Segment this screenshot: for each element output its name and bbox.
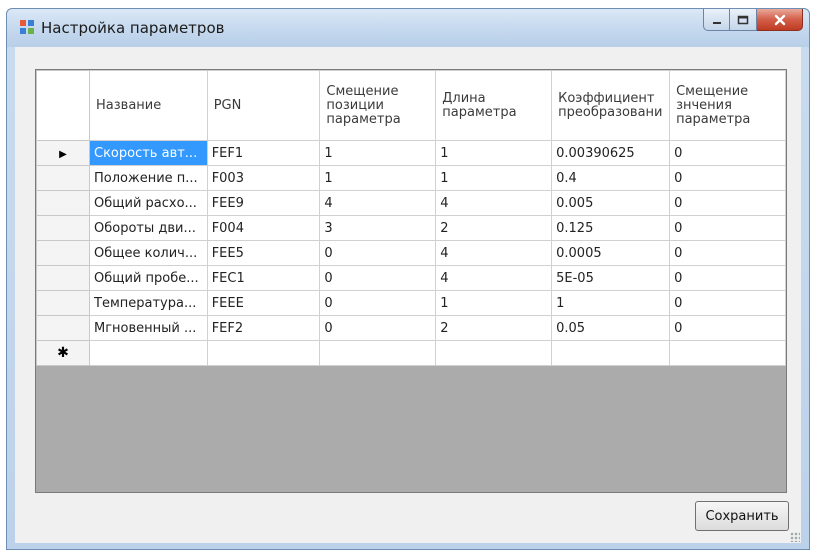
caption-buttons <box>703 9 803 31</box>
row-header[interactable]: ▶ <box>36 140 90 166</box>
cell-length[interactable]: 4 <box>435 190 553 216</box>
save-button[interactable]: Сохранить <box>695 501 789 531</box>
cell-pgn[interactable]: F004 <box>206 215 321 241</box>
cell-position-offset[interactable]: 0 <box>319 315 437 341</box>
cell-coefficient[interactable]: 0.05 <box>551 315 671 341</box>
new-cell-length[interactable] <box>435 340 553 366</box>
column-header-position-offset[interactable]: Смещение позиции параметра <box>319 70 437 141</box>
column-header-coefficient[interactable]: Коэффициент преобразовани <box>551 70 671 141</box>
header-row: Название PGN Смещение позиции параметра … <box>36 70 786 141</box>
cell-value-offset[interactable]: 0 <box>669 165 786 191</box>
cell-value-offset[interactable]: 0 <box>669 190 786 216</box>
cell-value-offset[interactable]: 0 <box>669 290 786 316</box>
row-header[interactable] <box>36 215 90 241</box>
table-row[interactable]: Общий пробе... FEC1 0 4 5E-05 0 <box>36 265 786 291</box>
table-row[interactable]: Температура... FEEE 0 1 1 0 <box>36 290 786 316</box>
cell-length[interactable]: 4 <box>435 265 553 291</box>
corner-header[interactable] <box>36 70 90 141</box>
minimize-icon <box>712 21 721 24</box>
cell-coefficient[interactable]: 1 <box>551 290 671 316</box>
row-header[interactable] <box>36 290 90 316</box>
cell-length[interactable]: 1 <box>435 290 553 316</box>
cell-pgn[interactable]: FEC1 <box>206 265 321 291</box>
cell-position-offset[interactable]: 4 <box>319 190 437 216</box>
table-row[interactable]: Общее колич... FEE5 0 4 0.0005 0 <box>36 240 786 266</box>
new-row-header[interactable]: ✱ <box>36 340 90 366</box>
cell-name[interactable]: Обороты дви... <box>89 215 208 241</box>
close-button[interactable] <box>757 9 803 31</box>
cell-coefficient[interactable]: 0.4 <box>551 165 671 191</box>
column-header-pgn[interactable]: PGN <box>206 70 321 141</box>
row-header[interactable] <box>36 190 90 216</box>
table-row[interactable]: ▶ Скорость авт... FEF1 1 1 0.00390625 0 <box>36 140 786 166</box>
current-row-icon: ▶ <box>59 148 67 160</box>
row-header[interactable] <box>36 165 90 191</box>
parameters-grid[interactable]: Название PGN Смещение позиции параметра … <box>35 69 787 493</box>
column-header-value-offset[interactable]: Смещение знчения параметра <box>669 70 786 141</box>
column-header-name[interactable]: Название <box>89 70 208 141</box>
row-header[interactable] <box>36 240 90 266</box>
cell-coefficient[interactable]: 0.125 <box>551 215 671 241</box>
cell-name[interactable]: Общее колич... <box>89 240 208 266</box>
cell-name[interactable]: Общий пробе... <box>89 265 208 291</box>
cell-pgn[interactable]: F003 <box>206 165 321 191</box>
new-cell-name[interactable] <box>89 340 208 366</box>
cell-length[interactable]: 1 <box>435 140 553 166</box>
window-client-area: Название PGN Смещение позиции параметра … <box>15 47 801 543</box>
cell-value-offset[interactable]: 0 <box>669 315 786 341</box>
row-header[interactable] <box>36 265 90 291</box>
cell-pgn[interactable]: FEEE <box>206 290 321 316</box>
table-row[interactable]: Обороты дви... F004 3 2 0.125 0 <box>36 215 786 241</box>
cell-coefficient[interactable]: 0.005 <box>551 190 671 216</box>
column-header-length[interactable]: Длина параметра <box>435 70 553 141</box>
table-row[interactable]: Мгновенный ... FEF2 0 2 0.05 0 <box>36 315 786 341</box>
cell-value-offset[interactable]: 0 <box>669 265 786 291</box>
cell-coefficient[interactable]: 0.0005 <box>551 240 671 266</box>
cell-coefficient[interactable]: 5E-05 <box>551 265 671 291</box>
table-row[interactable]: Положение п... F003 1 1 0.4 0 <box>36 165 786 191</box>
form-icon <box>20 20 34 34</box>
cell-value-offset[interactable]: 0 <box>669 140 786 166</box>
close-icon <box>774 14 785 25</box>
cell-name[interactable]: Общий расхо... <box>89 190 208 216</box>
cell-position-offset[interactable]: 0 <box>319 290 437 316</box>
cell-coefficient[interactable]: 0.00390625 <box>551 140 671 166</box>
cell-position-offset[interactable]: 0 <box>319 265 437 291</box>
cell-name[interactable]: Мгновенный ... <box>89 315 208 341</box>
cell-pgn[interactable]: FEE5 <box>206 240 321 266</box>
cell-value-offset[interactable]: 0 <box>669 240 786 266</box>
cell-position-offset[interactable]: 1 <box>319 140 437 166</box>
new-cell-coefficient[interactable] <box>551 340 671 366</box>
new-row-icon: ✱ <box>57 345 69 361</box>
cell-length[interactable]: 2 <box>435 215 553 241</box>
cell-length[interactable]: 4 <box>435 240 553 266</box>
window-title: Настройка параметров <box>41 19 225 37</box>
new-cell-position-offset[interactable] <box>319 340 437 366</box>
row-header[interactable] <box>36 315 90 341</box>
maximize-button[interactable] <box>730 9 757 31</box>
maximize-icon <box>737 15 749 24</box>
title-bar[interactable]: Настройка параметров <box>7 9 809 47</box>
cell-name[interactable]: Температура... <box>89 290 208 316</box>
cell-pgn[interactable]: FEF1 <box>206 140 321 166</box>
new-row[interactable]: ✱ <box>36 340 786 366</box>
cell-position-offset[interactable]: 3 <box>319 215 437 241</box>
cell-name[interactable]: Положение п... <box>89 165 208 191</box>
new-cell-value-offset[interactable] <box>669 340 786 366</box>
minimize-button[interactable] <box>703 9 730 31</box>
cell-name[interactable]: Скорость авт... <box>89 140 208 166</box>
parameters-table: Название PGN Смещение позиции параметра … <box>36 70 786 366</box>
cell-length[interactable]: 1 <box>435 165 553 191</box>
cell-position-offset[interactable]: 0 <box>319 240 437 266</box>
cell-length[interactable]: 2 <box>435 315 553 341</box>
new-cell-pgn[interactable] <box>206 340 321 366</box>
cell-position-offset[interactable]: 1 <box>319 165 437 191</box>
cell-pgn[interactable]: FEF2 <box>206 315 321 341</box>
cell-value-offset[interactable]: 0 <box>669 215 786 241</box>
table-row[interactable]: Общий расхо... FEE9 4 4 0.005 0 <box>36 190 786 216</box>
cell-pgn[interactable]: FEE9 <box>206 190 321 216</box>
settings-window: Настройка параметров Название PGN Смещен… <box>6 8 810 550</box>
resize-grip[interactable] <box>790 532 800 542</box>
